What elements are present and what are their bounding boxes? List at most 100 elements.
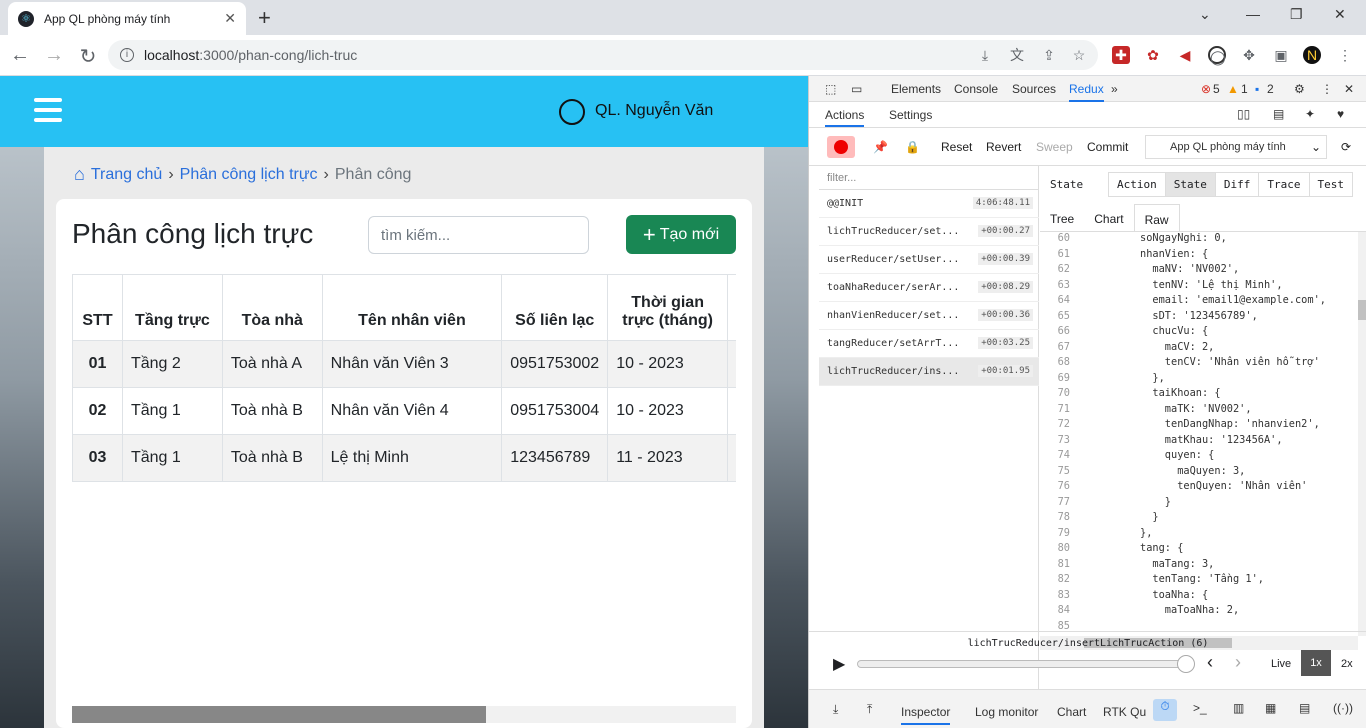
scrollbar-thumb[interactable] xyxy=(72,706,486,723)
breadcrumb-home-link[interactable]: Trang chủ xyxy=(91,166,162,184)
action-item-selected[interactable]: lichTrucReducer/ins... +00:01.95 xyxy=(819,358,1039,386)
table-row[interactable]: 01 Tầng 2 Toà nhà A Nhân văn Viên 3 0951… xyxy=(72,340,736,388)
commit-button[interactable]: Commit xyxy=(1081,137,1134,159)
profile-avatar[interactable]: N xyxy=(1303,46,1321,64)
kebab-menu-icon[interactable]: ⋮ xyxy=(1321,82,1333,96)
close-devtools-icon[interactable]: ✕ xyxy=(1344,82,1354,96)
redux-tab-actions[interactable]: Actions xyxy=(825,108,865,127)
layout-left-icon[interactable]: ▥ xyxy=(1233,701,1244,715)
filter-input[interactable]: filter... xyxy=(819,166,1039,190)
layout-right-icon[interactable]: ▦ xyxy=(1265,701,1276,715)
sub-tab-tree[interactable]: Tree xyxy=(1040,204,1084,231)
inspect-icon[interactable]: ⬚ xyxy=(825,82,836,96)
feedback-icon[interactable]: ▤ xyxy=(1273,107,1284,121)
search-input[interactable] xyxy=(368,216,589,254)
side-panel-icon[interactable]: ▣ xyxy=(1272,46,1290,64)
monitor-tab-log[interactable]: Log monitor xyxy=(975,705,1038,719)
redux-tab-settings[interactable]: Settings xyxy=(889,108,932,122)
revert-button[interactable]: Revert xyxy=(980,137,1027,159)
step-back-icon[interactable]: ‹ xyxy=(1207,652,1213,673)
menu-kebab-icon[interactable]: ⋮ xyxy=(1336,46,1354,64)
warning-icon[interactable]: ▲ xyxy=(1227,82,1239,96)
scrollbar-thumb[interactable] xyxy=(1358,300,1366,320)
devtools-tab-sources[interactable]: Sources xyxy=(1012,82,1056,96)
tab-search-icon[interactable]: ⌄ xyxy=(1199,6,1211,23)
action-item[interactable]: toaNhaReducer/serAr... +00:08.29 xyxy=(819,274,1039,302)
devtools-tab-console[interactable]: Console xyxy=(954,82,998,96)
hamburger-menu-icon[interactable] xyxy=(34,98,62,122)
message-icon[interactable]: ▪ xyxy=(1255,82,1259,96)
forward-icon[interactable]: → xyxy=(42,44,66,67)
layout-bottom-icon[interactable]: ▤ xyxy=(1299,701,1310,715)
horizontal-scrollbar[interactable] xyxy=(72,706,736,723)
action-item[interactable]: @@INIT 4:06:48.11 xyxy=(819,190,1039,218)
slider-handle[interactable] xyxy=(1177,655,1195,673)
record-button[interactable] xyxy=(827,136,855,158)
sub-tab-raw[interactable]: Raw xyxy=(1133,204,1180,231)
breadcrumb-parent-link[interactable]: Phân công lịch trực xyxy=(180,166,318,184)
extension-icon[interactable]: ✚ xyxy=(1112,46,1130,64)
monitor-tab-rtk[interactable]: RTK Qu xyxy=(1103,705,1146,719)
instance-select[interactable]: App QL phòng máy tính xyxy=(1145,135,1327,159)
user-name[interactable]: QL. Nguyễn Văn xyxy=(595,102,713,120)
close-tab-icon[interactable]: ✕ xyxy=(224,10,236,27)
translate-icon[interactable]: 文 xyxy=(1008,46,1026,64)
step-forward-icon[interactable]: › xyxy=(1235,652,1241,673)
timer-icon[interactable]: ⏱ xyxy=(1153,699,1177,721)
error-icon[interactable]: ⊗ xyxy=(1201,82,1211,96)
reload-icon[interactable]: ↻ xyxy=(76,44,100,69)
upload-icon[interactable]: ⤒ xyxy=(867,702,872,717)
vertical-scrollbar[interactable] xyxy=(1358,232,1366,636)
create-new-button[interactable]: + Tạo mới xyxy=(626,215,736,254)
minimize-icon[interactable]: — xyxy=(1246,6,1260,22)
share-icon[interactable]: ⇪ xyxy=(1040,46,1058,64)
action-item[interactable]: nhanVienReducer/set... +00:00.36 xyxy=(819,302,1039,330)
action-item[interactable]: userReducer/setUser... +00:00.39 xyxy=(819,246,1039,274)
table-row[interactable]: 02 Tầng 1 Toà nhà B Nhân văn Viên 4 0951… xyxy=(72,387,736,435)
back-icon[interactable]: ← xyxy=(8,44,32,67)
monitor-tab-inspector[interactable]: Inspector xyxy=(901,705,951,725)
action-item[interactable]: tangReducer/setArrT... +00:03.25 xyxy=(819,330,1039,358)
lock-icon[interactable]: 🔒 xyxy=(899,137,926,159)
view-tab-state[interactable]: State xyxy=(1165,173,1216,196)
sweep-button[interactable]: Sweep xyxy=(1030,137,1079,159)
settings-gear-icon[interactable]: ⚙ xyxy=(1294,82,1305,96)
extension-icon[interactable]: ◀ xyxy=(1176,46,1194,64)
pin-icon[interactable]: 📌 xyxy=(867,137,894,159)
speed-1x[interactable]: 1x xyxy=(1301,650,1331,676)
extension-icon[interactable]: ◯ xyxy=(1208,46,1226,65)
table-row[interactable]: 03 Tầng 1 Toà nhà B Lệ thị Minh 12345678… xyxy=(72,434,736,482)
remote-icon[interactable]: ((·)) xyxy=(1333,701,1353,715)
devtools-tab-redux[interactable]: Redux xyxy=(1069,82,1104,102)
site-info-icon[interactable]: i xyxy=(120,48,134,62)
sync-icon[interactable]: ⟳ xyxy=(1335,137,1357,159)
slider-track[interactable] xyxy=(857,660,1187,668)
address-bar[interactable]: i localhost :3000/phan-cong/lich-truc xyxy=(108,40,1098,70)
download-icon[interactable]: ⤓ xyxy=(833,702,838,717)
view-tab-diff[interactable]: Diff xyxy=(1216,173,1260,196)
home-icon[interactable]: ⌂ xyxy=(74,164,85,185)
close-window-icon[interactable]: ✕ xyxy=(1334,6,1346,23)
extensions-puzzle-icon[interactable]: ✥ xyxy=(1240,46,1258,64)
device-toggle-icon[interactable]: ▭ xyxy=(851,82,862,96)
bookmark-star-icon[interactable]: ☆ xyxy=(1070,46,1088,64)
more-tabs-icon[interactable]: » xyxy=(1111,82,1118,96)
heart-icon[interactable]: ♥ xyxy=(1337,107,1344,121)
view-tab-action[interactable]: Action xyxy=(1109,173,1166,196)
chevron-down-icon[interactable]: ⌄ xyxy=(1305,137,1327,159)
install-icon[interactable]: ⤓ xyxy=(976,46,994,64)
reset-button[interactable]: Reset xyxy=(935,137,978,159)
play-icon[interactable]: ▶ xyxy=(833,654,845,674)
maximize-icon[interactable]: ❐ xyxy=(1290,6,1303,23)
monitor-tab-chart[interactable]: Chart xyxy=(1057,705,1086,719)
twitter-icon[interactable]: ✦ xyxy=(1305,107,1315,121)
view-tab-trace[interactable]: Trace xyxy=(1259,173,1310,196)
terminal-icon[interactable]: >_ xyxy=(1193,701,1207,715)
speed-2x[interactable]: 2x xyxy=(1341,658,1353,670)
extension-icon[interactable]: ✿ xyxy=(1144,46,1162,64)
browser-tab[interactable]: ⚛ App QL phòng máy tính ✕ xyxy=(8,2,246,35)
devtools-tab-elements[interactable]: Elements xyxy=(891,82,941,96)
speed-live[interactable]: Live xyxy=(1271,658,1291,670)
new-tab-icon[interactable]: + xyxy=(258,5,271,31)
sub-tab-chart[interactable]: Chart xyxy=(1084,204,1133,231)
